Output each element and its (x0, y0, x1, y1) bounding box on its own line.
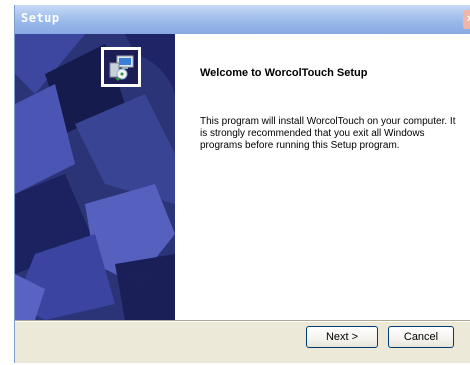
side-banner-image (15, 34, 175, 320)
setup-window: Setup × (14, 5, 470, 363)
close-icon[interactable]: × (463, 10, 470, 29)
button-area-divider (15, 320, 470, 322)
installer-icon (101, 47, 141, 87)
window-title: Setup (21, 11, 60, 25)
title-bar[interactable]: Setup × (15, 5, 470, 34)
welcome-content: Welcome to WorcolTouch Setup This progra… (175, 34, 470, 320)
wizard-body: Welcome to WorcolTouch Setup This progra… (15, 34, 470, 320)
next-button[interactable]: Next > (306, 326, 378, 348)
side-banner-graphic (15, 34, 175, 320)
welcome-body-text: This program will install WorcolTouch on… (200, 116, 456, 151)
cancel-button[interactable]: Cancel (388, 326, 454, 348)
cancel-button-label: Cancel (403, 331, 439, 343)
welcome-heading: Welcome to WorcolTouch Setup (200, 67, 368, 79)
next-button-label: Next > (325, 331, 359, 343)
